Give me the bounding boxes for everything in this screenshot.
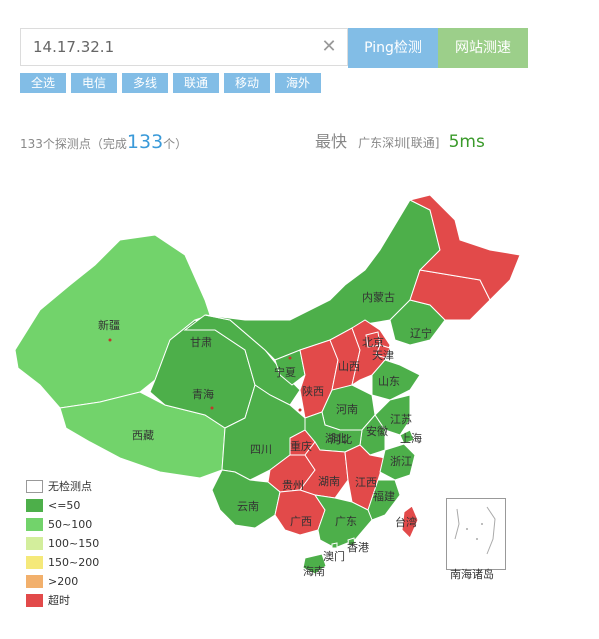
summary-suffix: 个） xyxy=(163,137,188,151)
label-sichuan: 四川 xyxy=(250,443,272,456)
label-zhejiang: 浙江 xyxy=(390,455,412,468)
fastest-result: 最快 广东深圳[联通] 5ms xyxy=(315,128,485,152)
search-row: ✕ Ping检测 网站测速 xyxy=(20,28,528,68)
label-henan: 河南 xyxy=(336,403,358,416)
probe-marker xyxy=(298,408,302,412)
legend-label: 50~100 xyxy=(48,518,93,531)
legend-swatch xyxy=(26,518,43,531)
inset-label: 南海诸岛 xyxy=(450,568,494,581)
fastest-location: 广东深圳[联通] xyxy=(358,136,440,150)
label-anhui: 安徽 xyxy=(366,424,388,438)
filter-overseas[interactable]: 海外 xyxy=(275,73,321,93)
filter-multiline[interactable]: 多线 xyxy=(122,73,168,93)
label-guangxi: 广西 xyxy=(290,515,312,528)
label-taiwan: 台湾 xyxy=(395,515,417,529)
label-shaanxi: 陕西 xyxy=(302,384,324,398)
inset-map xyxy=(454,506,496,555)
legend-swatch xyxy=(26,556,43,569)
label-liaoning: 辽宁 xyxy=(410,326,432,340)
label-macau: 澳门 xyxy=(323,549,345,563)
fastest-label: 最快 xyxy=(315,132,348,151)
label-heilongjiang: 黑龙江 xyxy=(453,230,486,243)
label-tianjin: 天津 xyxy=(372,349,394,362)
probe-marker xyxy=(210,406,214,410)
label-guizhou: 贵州 xyxy=(282,479,304,492)
legend-label: 超时 xyxy=(48,594,70,607)
south-china-sea-inset xyxy=(446,498,506,570)
label-shanghai: 上海 xyxy=(400,431,422,445)
ping-button[interactable]: Ping检测 xyxy=(348,28,438,68)
legend-label: >200 xyxy=(48,575,79,588)
filter-all[interactable]: 全选 xyxy=(20,73,66,93)
filter-telecom[interactable]: 电信 xyxy=(71,73,117,93)
legend-swatch xyxy=(26,575,43,588)
legend-swatch xyxy=(26,480,43,493)
label-hainan: 海南 xyxy=(303,564,325,578)
probe-count: 133 xyxy=(126,131,164,153)
filter-mobile[interactable]: 移动 xyxy=(224,73,270,93)
label-xinjiang: 新疆 xyxy=(98,318,120,332)
label-hongkong: 香港 xyxy=(347,541,369,554)
label-xizang: 西藏 xyxy=(132,429,154,442)
legend-label: 150~200 xyxy=(48,556,100,569)
label-hubei: 湖北 xyxy=(325,432,347,445)
legend-swatch xyxy=(26,537,43,550)
filter-unicom[interactable]: 联通 xyxy=(173,73,219,93)
label-jiangsu: 江苏 xyxy=(390,413,412,426)
legend-label: <=50 xyxy=(48,499,81,512)
probe-summary: 133个探测点（完成133个） xyxy=(20,131,187,153)
label-shanxi: 山西 xyxy=(338,360,360,373)
legend-swatch xyxy=(26,594,43,607)
legend-label: 无检测点 xyxy=(48,480,92,493)
label-neimenggu: 内蒙古 xyxy=(362,290,395,304)
close-icon[interactable]: ✕ xyxy=(318,36,340,58)
label-guangdong: 广东 xyxy=(335,515,357,528)
summary-prefix: 133个探测点（完成 xyxy=(20,137,127,151)
website-speed-button[interactable]: 网站测速 xyxy=(438,28,528,68)
label-gansu: 甘肃 xyxy=(190,336,212,349)
legend-label: 100~150 xyxy=(48,537,100,550)
label-jiangxi: 江西 xyxy=(355,476,377,489)
label-jilin: 吉林 xyxy=(450,284,472,298)
label-fujian: 福建 xyxy=(373,489,395,503)
label-yunnan: 云南 xyxy=(237,500,259,513)
label-qinghai: 青海 xyxy=(192,387,214,401)
label-chongqing: 重庆 xyxy=(290,439,312,453)
probe-marker xyxy=(288,356,292,360)
label-shandong: 山东 xyxy=(378,375,400,388)
label-hunan: 湖南 xyxy=(318,475,340,488)
legend-swatch xyxy=(26,499,43,512)
fastest-value: 5ms xyxy=(448,132,485,152)
label-beijing: 北京 xyxy=(362,335,384,349)
province-macau[interactable] xyxy=(331,542,338,549)
label-ningxia: 宁夏 xyxy=(274,365,296,379)
probe-marker xyxy=(108,338,112,342)
ip-input[interactable] xyxy=(20,28,348,66)
